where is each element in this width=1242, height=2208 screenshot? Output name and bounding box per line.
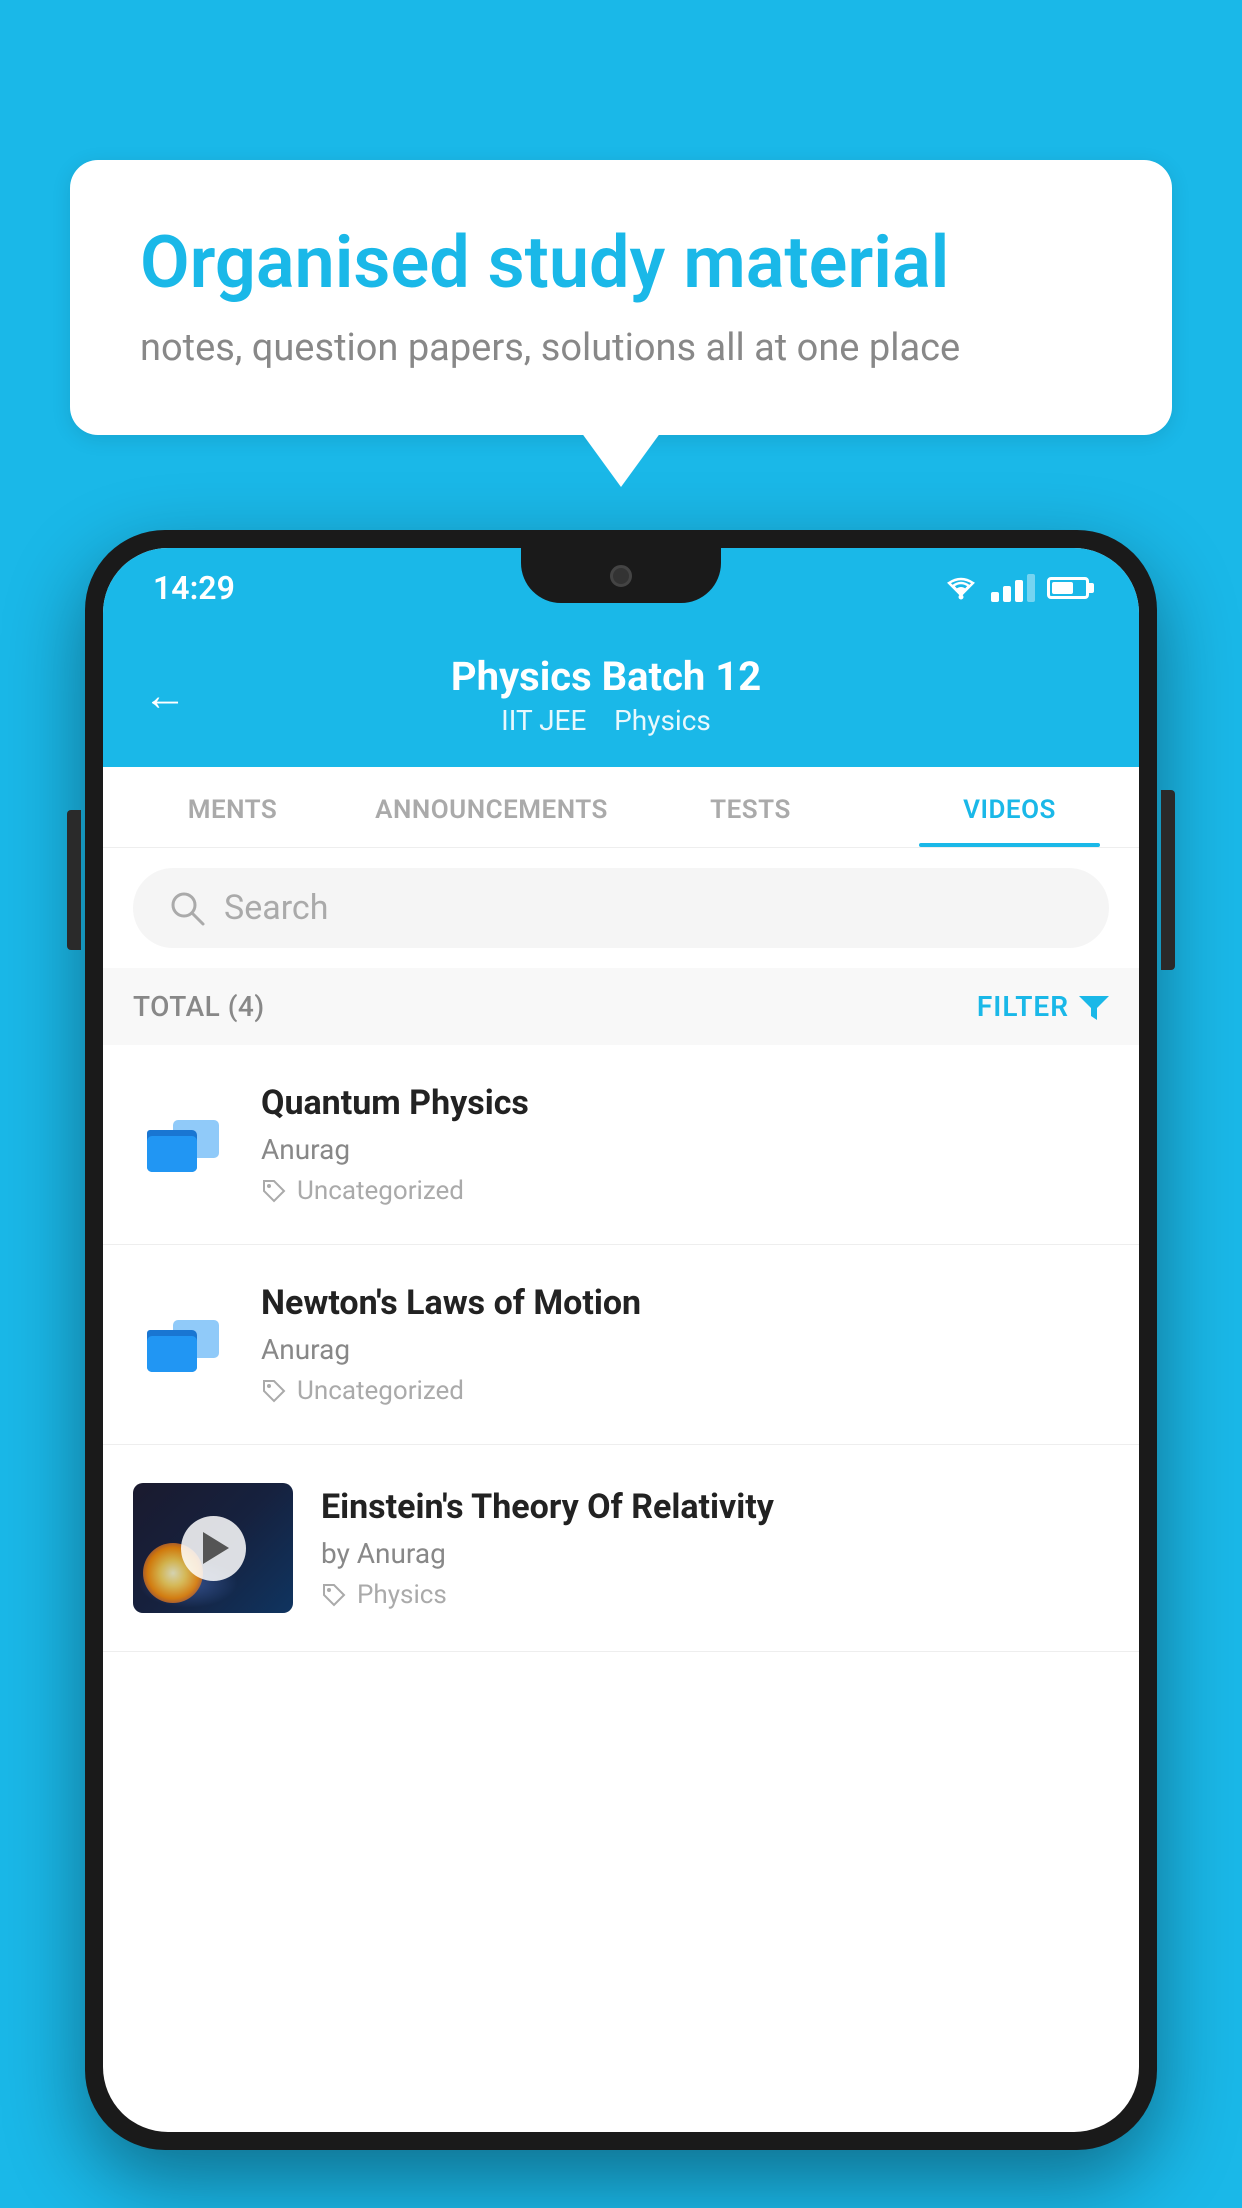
status-bar-time: 14:29 [153, 569, 235, 607]
folder-icon [143, 1305, 223, 1385]
video-author: by Anurag [321, 1537, 1109, 1570]
header-title-area: Physics Batch 12 IIT JEE Physics [217, 653, 995, 737]
battery-fill [1052, 582, 1073, 594]
tag-text: Uncategorized [297, 1176, 464, 1206]
wifi-icon [943, 575, 979, 601]
video-thumbnail [133, 1483, 293, 1613]
app-header: ← Physics Batch 12 IIT JEE Physics [103, 628, 1139, 767]
video-title: Einstein's Theory Of Relativity [321, 1487, 1109, 1527]
search-container: Search [103, 848, 1139, 968]
list-item[interactable]: Quantum Physics Anurag Uncategorized [103, 1045, 1139, 1245]
notch [521, 548, 721, 603]
search-bar[interactable]: Search [133, 868, 1109, 948]
tag-text: Physics [357, 1580, 447, 1610]
play-triangle-icon [203, 1532, 229, 1564]
phone-outer: 14:29 [85, 530, 1157, 2150]
speech-bubble-heading: Organised study material [140, 220, 1102, 306]
battery-icon [1047, 577, 1089, 599]
search-icon [168, 889, 206, 927]
back-button[interactable]: ← [143, 669, 187, 721]
speech-bubble: Organised study material notes, question… [70, 160, 1172, 435]
folder-icon [143, 1105, 223, 1185]
video-info: Einstein's Theory Of Relativity by Anura… [321, 1487, 1109, 1610]
tag-icon [261, 1178, 287, 1204]
video-tag: Uncategorized [261, 1176, 1109, 1206]
thumbnail-bg [133, 1483, 293, 1613]
video-tag: Physics [321, 1580, 1109, 1610]
video-info: Newton's Laws of Motion Anurag Uncategor… [261, 1283, 1109, 1406]
tag-text: Uncategorized [297, 1376, 464, 1406]
tab-bar: MENTS ANNOUNCEMENTS TESTS VIDEOS [103, 767, 1139, 848]
video-author: Anurag [261, 1133, 1109, 1166]
status-icons [943, 574, 1089, 602]
file-icon-container [133, 1095, 233, 1195]
list-item[interactable]: Einstein's Theory Of Relativity by Anura… [103, 1445, 1139, 1652]
filter-label: FILTER [977, 990, 1069, 1023]
video-title: Quantum Physics [261, 1083, 1109, 1123]
status-bar: 14:29 [103, 548, 1139, 628]
tag-icon [261, 1378, 287, 1404]
video-info: Quantum Physics Anurag Uncategorized [261, 1083, 1109, 1206]
filter-button[interactable]: FILTER [977, 990, 1109, 1023]
phone-inner: 14:29 [103, 548, 1139, 2132]
video-title: Newton's Laws of Motion [261, 1283, 1109, 1323]
phone-mockup: 14:29 [85, 530, 1157, 2208]
tab-tests[interactable]: TESTS [621, 767, 880, 847]
search-placeholder: Search [224, 888, 328, 928]
tab-ments[interactable]: MENTS [103, 767, 362, 847]
video-list: Quantum Physics Anurag Uncategorized [103, 1045, 1139, 1652]
notch-camera [610, 565, 632, 587]
video-tag: Uncategorized [261, 1376, 1109, 1406]
filter-icon [1079, 992, 1109, 1022]
filter-row: TOTAL (4) FILTER [103, 968, 1139, 1045]
video-author: Anurag [261, 1333, 1109, 1366]
speech-bubble-subtext: notes, question papers, solutions all at… [140, 326, 1102, 370]
header-subtitle-iitjee: IIT JEE [501, 704, 586, 737]
play-button[interactable] [181, 1516, 246, 1581]
signal-bars [991, 574, 1035, 602]
tag-icon [321, 1582, 347, 1608]
header-subtitle: IIT JEE Physics [217, 704, 995, 737]
tab-announcements[interactable]: ANNOUNCEMENTS [362, 767, 621, 847]
speech-bubble-container: Organised study material notes, question… [70, 160, 1172, 435]
list-item[interactable]: Newton's Laws of Motion Anurag Uncategor… [103, 1245, 1139, 1445]
header-title: Physics Batch 12 [217, 653, 995, 700]
file-icon-container [133, 1295, 233, 1395]
total-label: TOTAL (4) [133, 990, 265, 1023]
header-subtitle-physics: Physics [614, 704, 711, 737]
tab-videos[interactable]: VIDEOS [880, 767, 1139, 847]
